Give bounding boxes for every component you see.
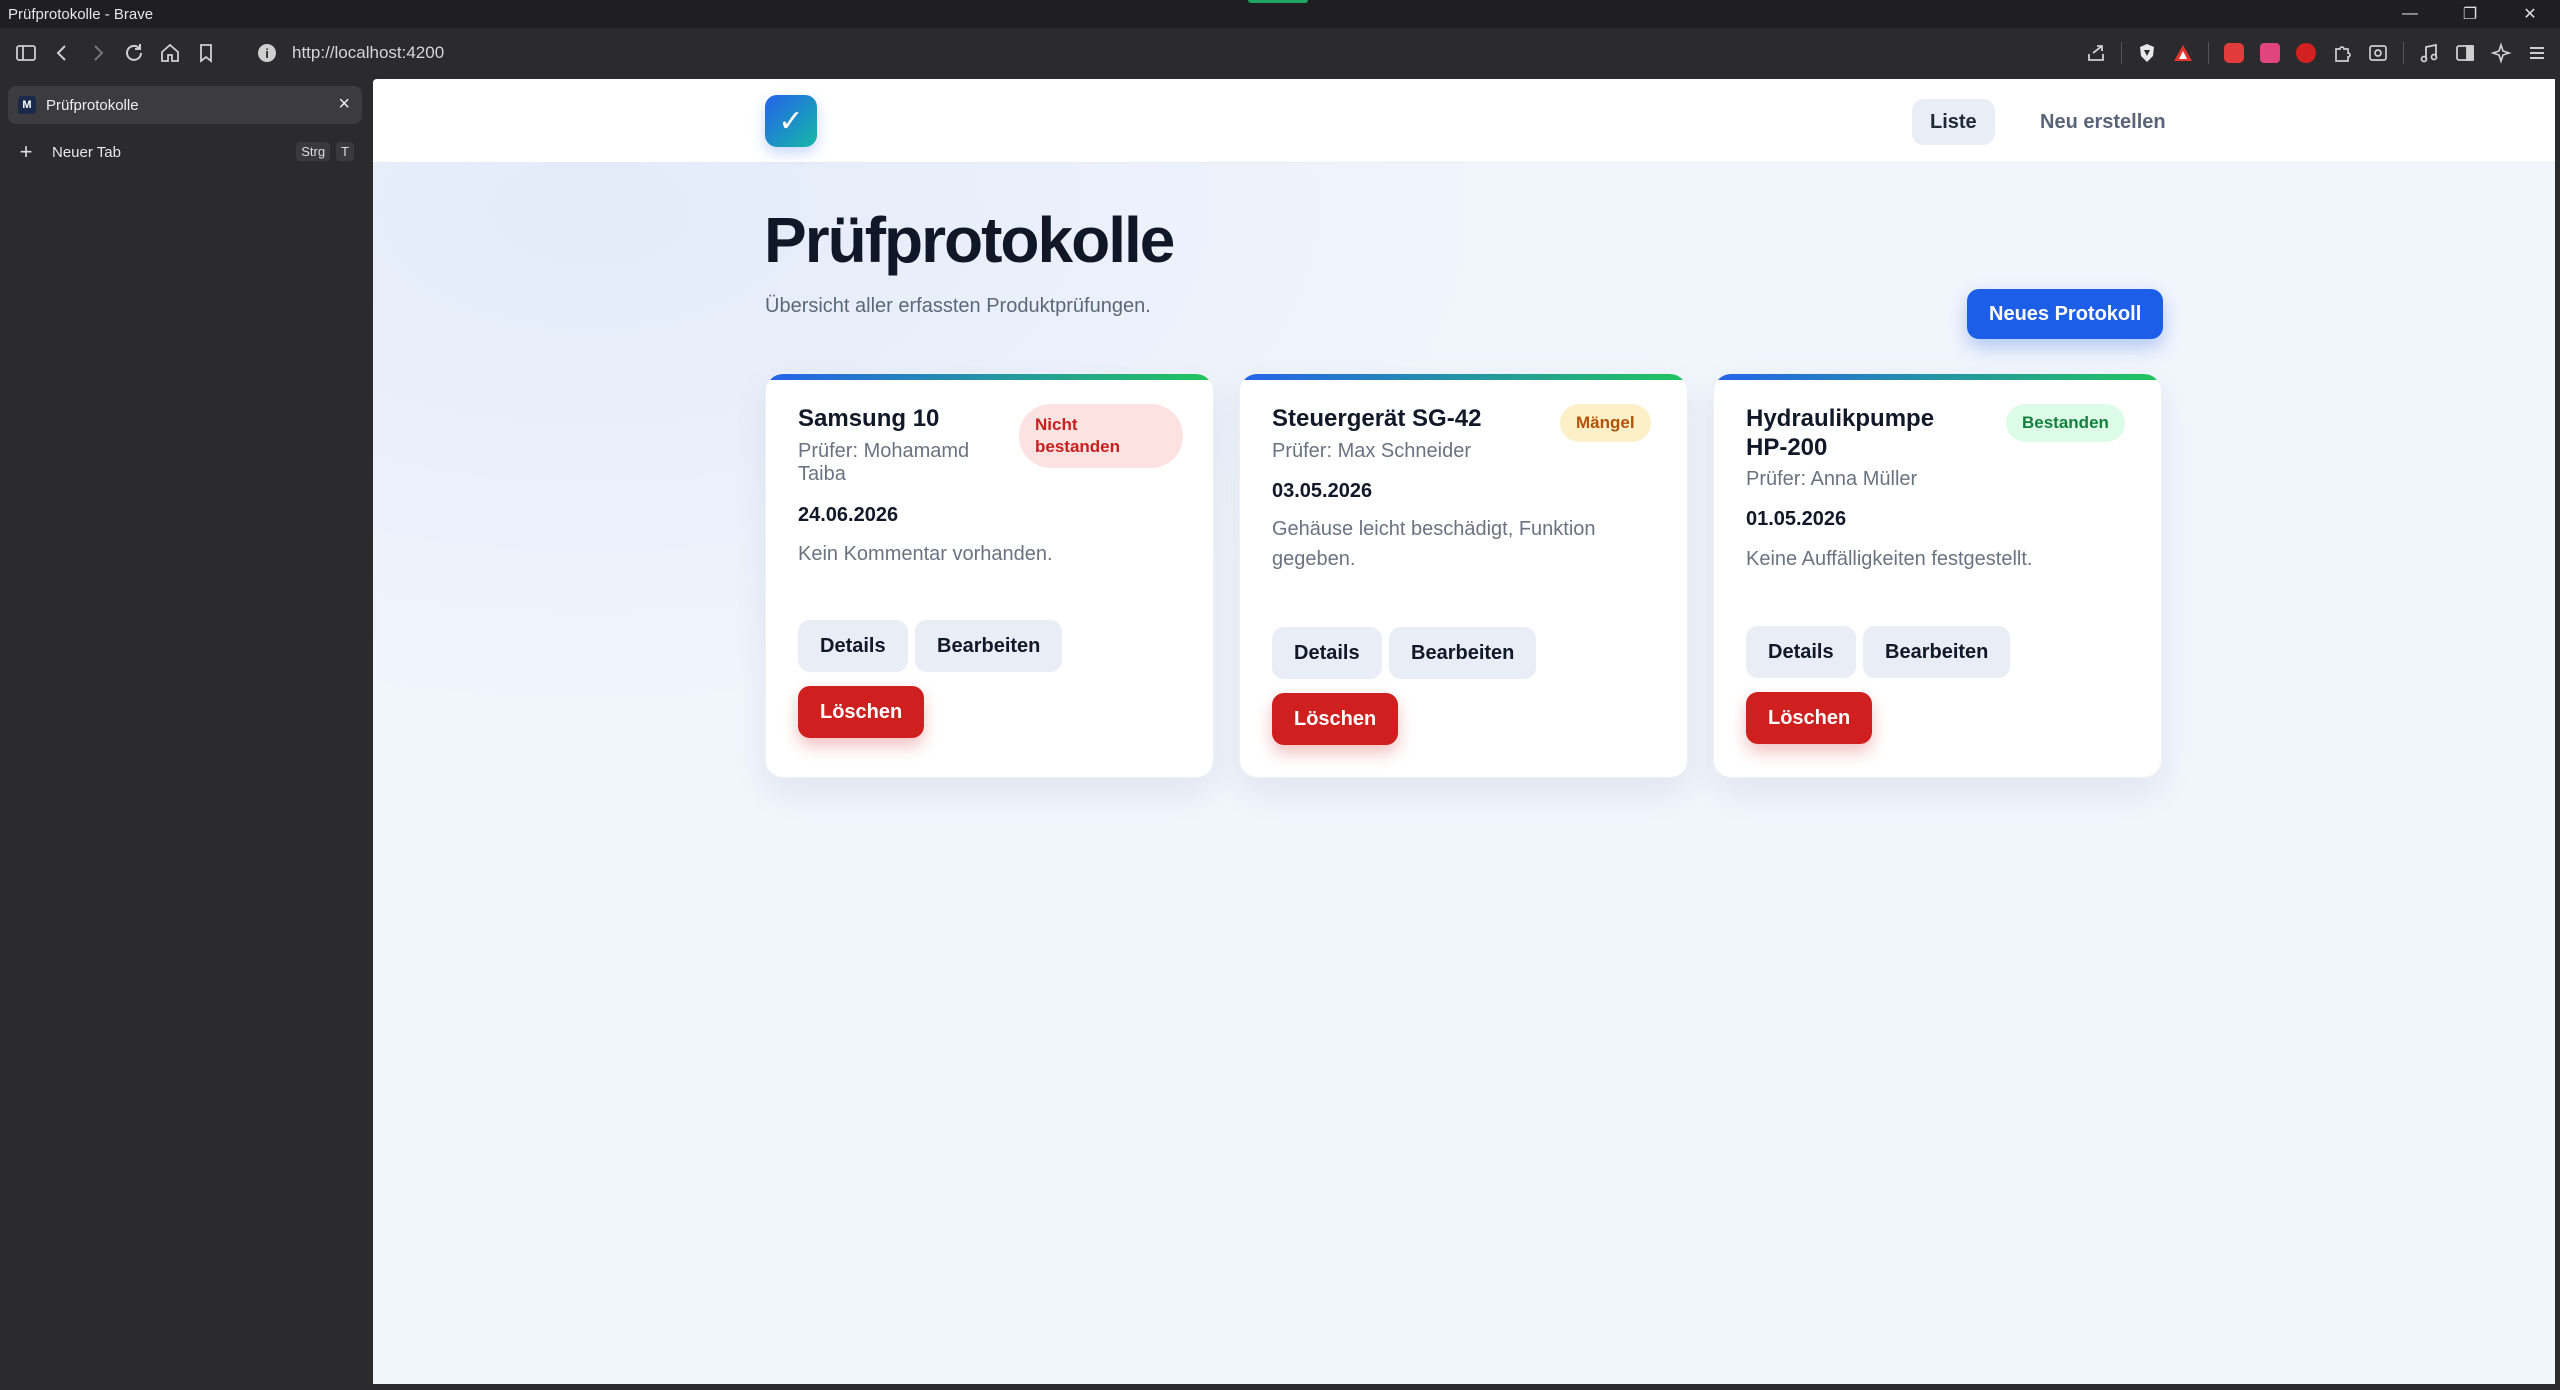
- site-info-icon[interactable]: i: [258, 44, 276, 62]
- protocol-card: Steuergerät SG-42 Prüfer: Max Schneider …: [1239, 373, 1688, 778]
- new-tab-shortcut: Strg T: [296, 142, 354, 161]
- new-tab-button[interactable]: + Neuer Tab Strg T: [8, 134, 362, 170]
- nav-create[interactable]: Neu erstellen: [2022, 99, 2184, 145]
- reload-icon[interactable]: [116, 35, 152, 71]
- card-accent-bar: [766, 374, 1213, 380]
- toolbar-right: [2079, 35, 2554, 71]
- extension-arrow-icon[interactable]: [2289, 35, 2323, 71]
- details-button[interactable]: Details: [1746, 626, 1856, 678]
- back-icon[interactable]: [44, 35, 80, 71]
- bookmark-icon[interactable]: [188, 35, 224, 71]
- status-badge: Mängel: [1560, 404, 1651, 442]
- protocol-card: Hydraulikpumpe HP-200 Prüfer: Anna Mülle…: [1713, 373, 2162, 778]
- card-accent-bar: [1240, 374, 1687, 380]
- app-logo-check-icon[interactable]: ✓: [765, 95, 817, 147]
- page-subtitle: Übersicht aller erfassten Produktprüfung…: [765, 295, 1151, 317]
- forward-icon[interactable]: [80, 35, 116, 71]
- tab-title: Prüfprotokolle: [46, 96, 139, 114]
- toolbar-separator: [2121, 42, 2122, 64]
- browser-toolbar: i http://localhost:4200: [0, 28, 2560, 78]
- toolbar-separator: [2208, 42, 2209, 64]
- edit-button[interactable]: Bearbeiten: [1389, 627, 1537, 679]
- url-text[interactable]: http://localhost:4200: [292, 43, 444, 63]
- page-title: Prüfprotokolle: [764, 204, 1175, 276]
- minimize-icon[interactable]: —: [2380, 0, 2440, 28]
- new-tab-label: Neuer Tab: [52, 143, 121, 161]
- card-product-name: Steuergerät SG-42: [1272, 405, 1482, 432]
- app-navbar: ✓ Liste Neu erstellen: [373, 79, 2555, 163]
- card-comment: Keine Auffälligkeiten festgestellt.: [1746, 548, 2033, 570]
- status-badge: Bestanden: [2006, 404, 2125, 442]
- delete-button[interactable]: Löschen: [1272, 693, 1399, 745]
- sidebar-panel-icon[interactable]: [2448, 35, 2482, 71]
- details-button[interactable]: Details: [1272, 627, 1382, 679]
- share-icon[interactable]: [2079, 35, 2113, 71]
- leo-ai-icon[interactable]: [2484, 35, 2518, 71]
- extensions-puzzle-icon[interactable]: [2325, 35, 2359, 71]
- media-icon[interactable]: [2412, 35, 2446, 71]
- card-product-name: Hydraulikpumpe HP-200: [1746, 405, 1935, 461]
- card-tester: Prüfer: Mohamamd Taiba: [798, 440, 970, 485]
- edit-button[interactable]: Bearbeiten: [1863, 626, 2011, 678]
- card-tester: Prüfer: Anna Müller: [1746, 468, 1918, 490]
- page-viewport: ✓ Liste Neu erstellen Prüfprotokolle Übe…: [373, 79, 2555, 1384]
- toolbar-separator: [2403, 42, 2404, 64]
- card-date: 01.05.2026: [1746, 508, 1847, 530]
- window-controls: — ❐ ✕: [2380, 0, 2560, 28]
- window-title: Prüfprotokolle - Brave: [8, 5, 154, 23]
- restore-icon[interactable]: ❐: [2440, 0, 2500, 28]
- extension-pink-icon[interactable]: [2253, 35, 2287, 71]
- card-date: 03.05.2026: [1272, 480, 1373, 502]
- card-tester: Prüfer: Max Schneider: [1272, 440, 1471, 462]
- close-window-icon[interactable]: ✕: [2500, 0, 2560, 28]
- protocol-card: Samsung 10 Prüfer: Mohamamd Taiba Nicht …: [765, 373, 1214, 778]
- nav-list[interactable]: Liste: [1912, 99, 1995, 145]
- status-badge: Nicht bestanden: [1019, 404, 1183, 468]
- card-product-name: Samsung 10: [798, 405, 940, 432]
- extension-red-icon[interactable]: [2217, 35, 2251, 71]
- new-protocol-button[interactable]: Neues Protokoll: [1967, 289, 2164, 339]
- edit-button[interactable]: Bearbeiten: [915, 620, 1063, 672]
- vertical-tab-sidebar: M Prüfprotokolle × + Neuer Tab Strg T: [0, 78, 372, 1390]
- sidebar-toggle-icon[interactable]: [8, 35, 44, 71]
- home-icon[interactable]: [152, 35, 188, 71]
- card-comment: Kein Kommentar vorhanden.: [798, 543, 1053, 565]
- card-comment: Gehäuse leicht beschädigt, Funktion gege…: [1272, 518, 1596, 570]
- close-tab-icon[interactable]: ×: [338, 94, 350, 114]
- plus-icon: +: [19, 139, 33, 164]
- delete-button[interactable]: Löschen: [798, 686, 925, 738]
- card-accent-bar: [1714, 374, 2161, 380]
- details-button[interactable]: Details: [798, 620, 908, 672]
- tab-favicon: M: [18, 96, 36, 114]
- titlebar-accent: [1248, 0, 1308, 3]
- brave-rewards-icon[interactable]: [2166, 35, 2200, 71]
- delete-button[interactable]: Löschen: [1746, 692, 1873, 744]
- card-date: 24.06.2026: [798, 504, 899, 526]
- shortcut-key: T: [336, 142, 354, 161]
- tab-pruefprotokolle[interactable]: M Prüfprotokolle ×: [8, 86, 362, 124]
- shortcut-mod: Strg: [296, 142, 331, 161]
- window-titlebar: Prüfprotokolle - Brave — ❐ ✕: [0, 0, 2560, 28]
- screenshot-icon[interactable]: [2361, 35, 2395, 71]
- menu-icon[interactable]: [2520, 35, 2554, 71]
- brave-shields-icon[interactable]: [2130, 35, 2164, 71]
- address-bar[interactable]: i http://localhost:4200: [246, 34, 2126, 72]
